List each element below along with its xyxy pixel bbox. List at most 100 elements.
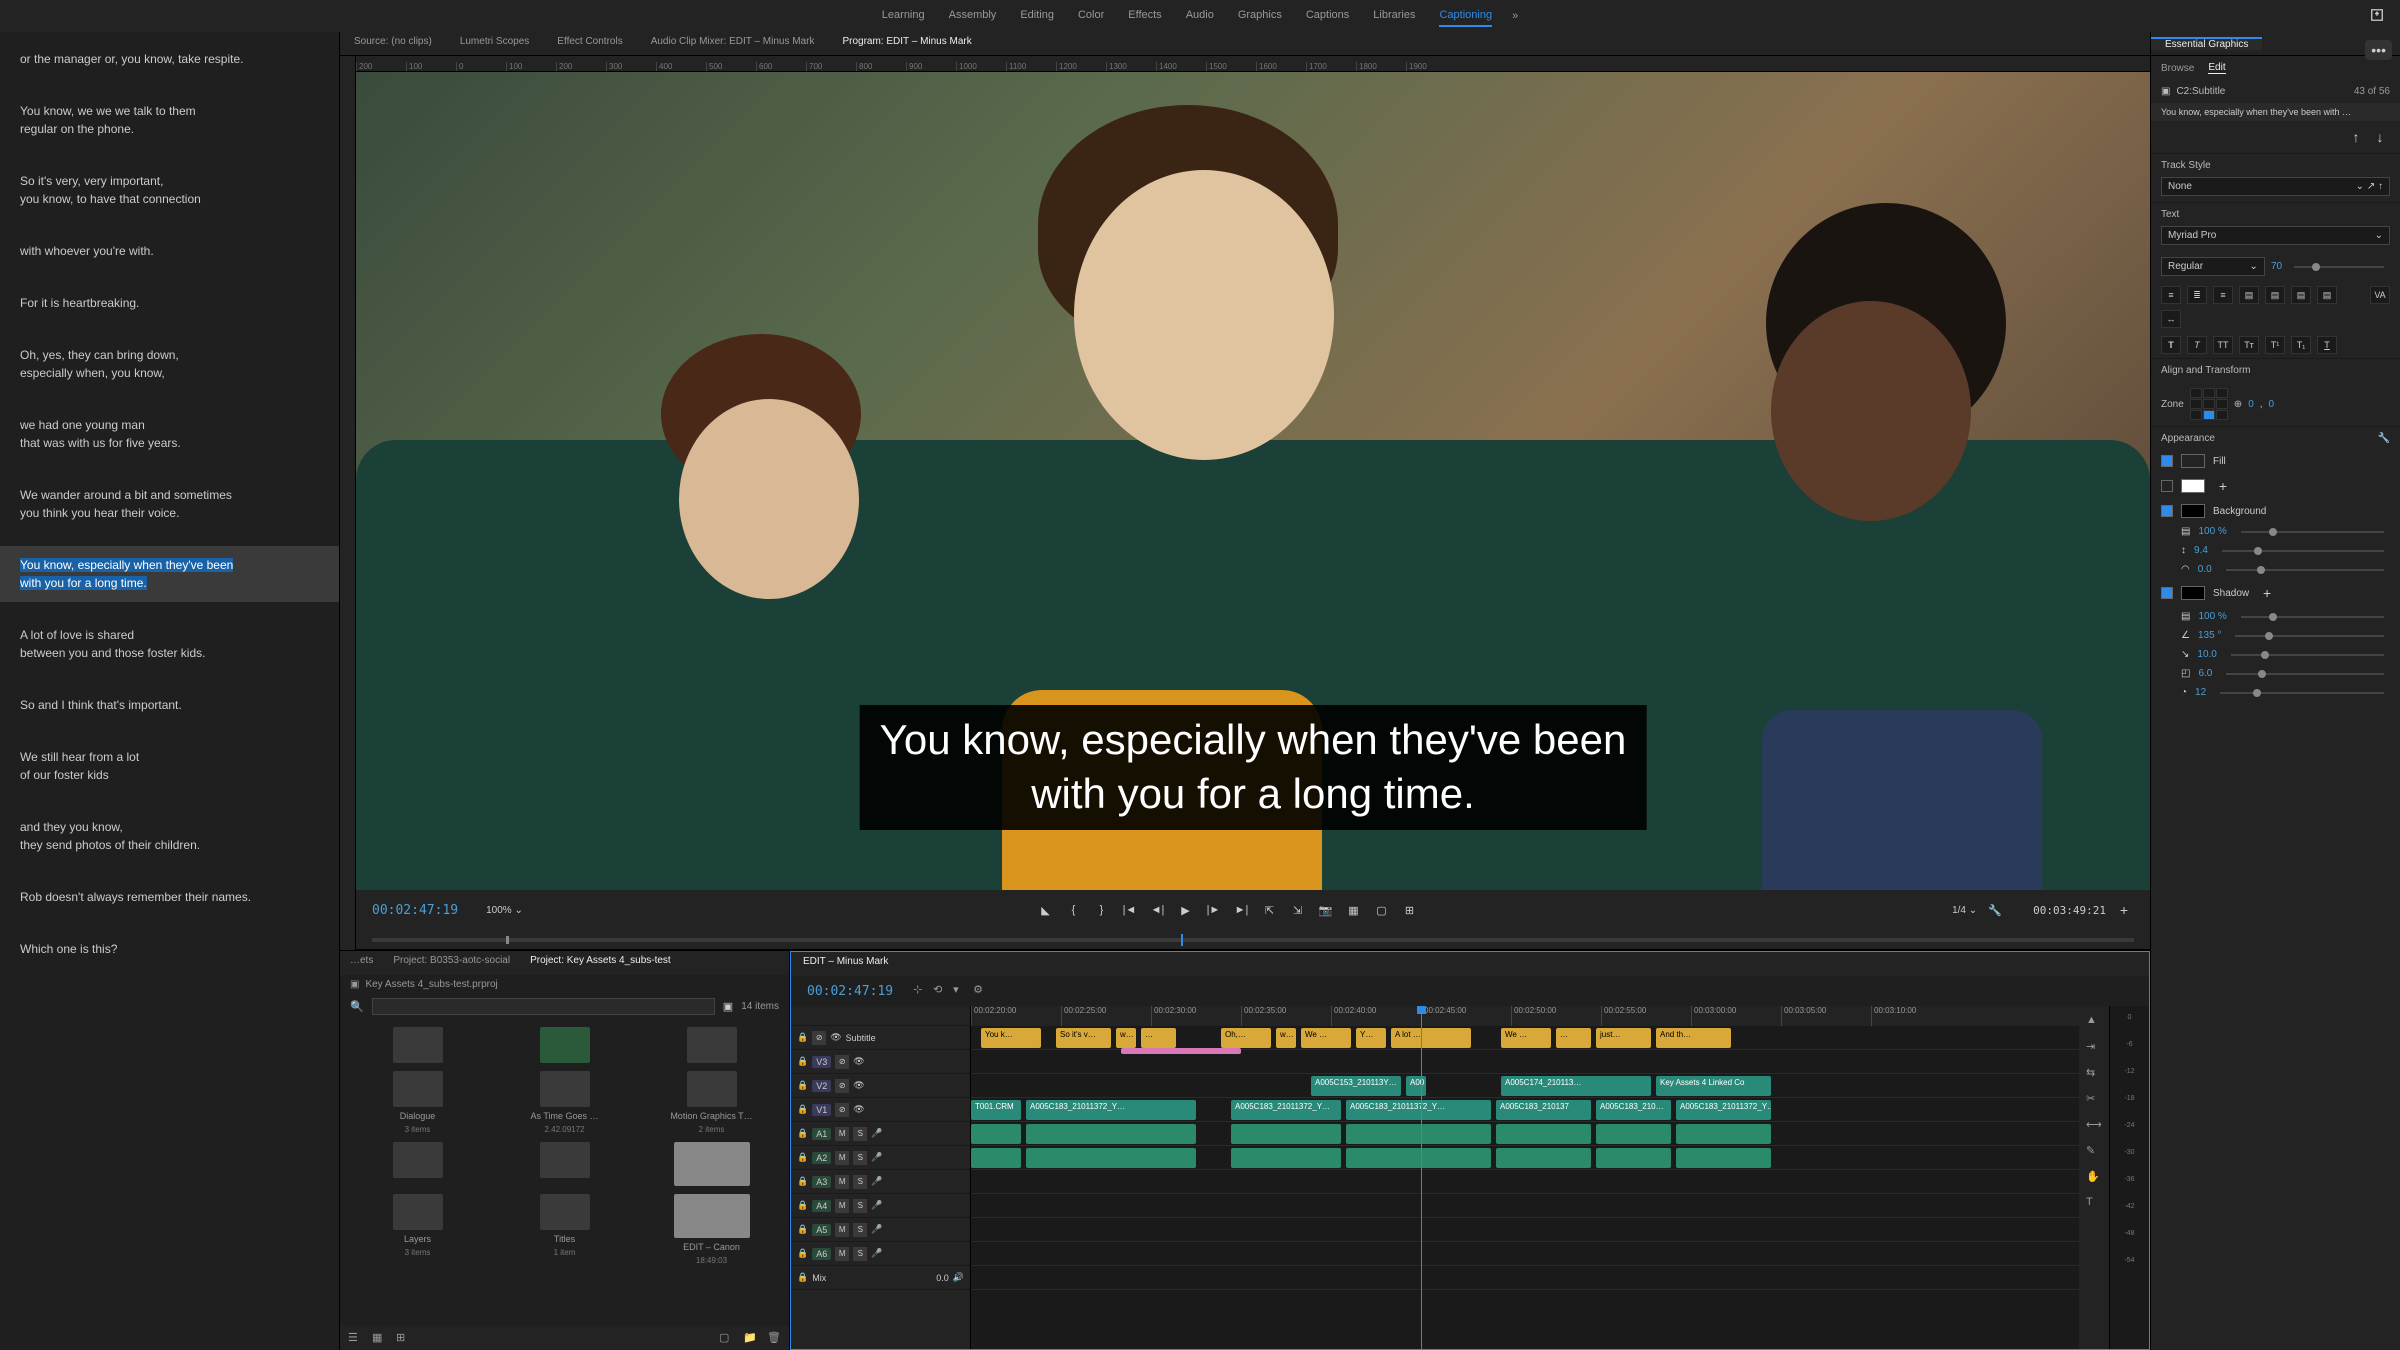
project-bin[interactable] bbox=[642, 1142, 781, 1186]
caption-item[interactable]: Oh, yes, they can bring down, especially… bbox=[0, 336, 339, 392]
subscript-icon[interactable]: T₁ bbox=[2291, 336, 2311, 354]
clip[interactable] bbox=[1346, 1124, 1491, 1144]
bg-size[interactable]: 9.4 bbox=[2194, 545, 2208, 556]
align-center-icon[interactable]: ≣ bbox=[2187, 286, 2207, 304]
ws-graphics[interactable]: Graphics bbox=[1238, 5, 1282, 27]
clip[interactable] bbox=[1231, 1124, 1341, 1144]
superscript-icon[interactable]: T¹ bbox=[2265, 336, 2285, 354]
clip[interactable]: just… bbox=[1596, 1028, 1651, 1048]
bg-radius-slider[interactable] bbox=[2226, 569, 2384, 571]
add-marker-icon[interactable]: { bbox=[1063, 900, 1083, 920]
bg-opacity[interactable]: 100 % bbox=[2198, 526, 2226, 537]
ws-learning[interactable]: Learning bbox=[882, 5, 925, 27]
shadow-angle-slider[interactable] bbox=[2235, 635, 2384, 637]
list-view-icon[interactable]: ☰ bbox=[348, 1331, 362, 1345]
underline-icon[interactable]: T bbox=[2317, 336, 2337, 354]
clip[interactable]: A005C183_21011372_Y… bbox=[1231, 1100, 1341, 1120]
eg-title[interactable]: Essential Graphics bbox=[2151, 37, 2262, 50]
bg-size-slider[interactable] bbox=[2222, 550, 2384, 552]
timeline-tracks[interactable]: 00:02:20:0000:02:25:0000:02:30:0000:02:3… bbox=[971, 1006, 2079, 1349]
track-style-select[interactable]: None⌄ ↗ ↑ bbox=[2161, 177, 2390, 196]
zone-grid[interactable] bbox=[2190, 388, 2228, 420]
clip[interactable]: A lot … bbox=[1391, 1028, 1471, 1048]
add-shadow-icon[interactable]: + bbox=[2257, 583, 2277, 603]
marker-icon[interactable]: ▾ bbox=[953, 983, 969, 999]
project-bin[interactable]: Layers3 items bbox=[348, 1194, 487, 1265]
project-breadcrumb[interactable]: ▣ Key Assets 4_subs-test.prproj bbox=[340, 975, 789, 994]
caption-item[interactable]: A lot of love is shared between you and … bbox=[0, 616, 339, 672]
caption-item[interactable]: with whoever you're with. bbox=[0, 232, 339, 270]
go-to-in-icon[interactable]: |◄ bbox=[1119, 900, 1139, 920]
subtitle-track-head[interactable]: 🔒⊘👁Subtitle bbox=[791, 1026, 970, 1050]
ws-color[interactable]: Color bbox=[1078, 5, 1104, 27]
project-bin[interactable] bbox=[495, 1142, 634, 1186]
caption-item[interactable]: Which one is this? bbox=[0, 930, 339, 968]
workspace-overflow-icon[interactable]: » bbox=[1512, 10, 1518, 22]
justify-all-icon[interactable]: ▤ bbox=[2317, 286, 2337, 304]
clip[interactable] bbox=[1496, 1148, 1591, 1168]
project-bin[interactable]: As Time Goes …2.42.09172 bbox=[495, 1071, 634, 1134]
ws-editing[interactable]: Editing bbox=[1020, 5, 1054, 27]
clip[interactable]: … bbox=[1141, 1028, 1176, 1048]
program-scrubber[interactable] bbox=[356, 930, 2150, 950]
tab-audio-mixer[interactable]: Audio Clip Mixer: EDIT – Minus Mark bbox=[637, 32, 829, 55]
caption-up-icon[interactable]: ↑ bbox=[2346, 127, 2366, 147]
bold-icon[interactable]: T bbox=[2161, 336, 2181, 354]
caption-item-selected[interactable]: You know, especially when they've been w… bbox=[0, 546, 339, 602]
shadow-size[interactable]: 6.0 bbox=[2198, 668, 2212, 679]
timeline-timecode[interactable]: 00:02:47:19 bbox=[807, 984, 893, 999]
resolution-select[interactable]: 1/4 ⌄ bbox=[1952, 905, 1977, 916]
project-tab[interactable]: Project: B0353-aotc-social bbox=[383, 951, 520, 975]
tab-source[interactable]: Source: (no clips) bbox=[340, 32, 446, 55]
caption-item[interactable]: We still hear from a lot of our foster k… bbox=[0, 738, 339, 794]
clip[interactable]: We … bbox=[1301, 1028, 1351, 1048]
go-to-out-icon[interactable]: ►| bbox=[1231, 900, 1251, 920]
timeline-ruler[interactable]: 00:02:20:0000:02:25:0000:02:30:0000:02:3… bbox=[971, 1006, 2079, 1026]
hand-icon[interactable]: ✋ bbox=[2086, 1170, 2102, 1186]
sequence-tab[interactable]: EDIT – Minus Mark bbox=[791, 952, 900, 976]
button-editor-icon[interactable]: + bbox=[2114, 900, 2134, 920]
clip[interactable]: A005C183_210… bbox=[1596, 1100, 1671, 1120]
all-caps-icon[interactable]: TT bbox=[2213, 336, 2233, 354]
font-select[interactable]: Myriad Pro⌄ bbox=[2161, 226, 2390, 245]
wrench-icon[interactable]: 🔧 bbox=[2378, 433, 2390, 444]
project-bins[interactable]: Dialogue3 itemsAs Time Goes …2.42.09172M… bbox=[340, 1019, 789, 1326]
track-a3[interactable]: 🔒A3MS🎤 bbox=[791, 1170, 970, 1194]
selection-tool-icon[interactable]: ▲ bbox=[2086, 1014, 2102, 1030]
clip[interactable] bbox=[1231, 1148, 1341, 1168]
pos-y[interactable]: 0 bbox=[2269, 399, 2275, 410]
clip[interactable]: A005C153_210113Y… bbox=[1311, 1076, 1401, 1096]
track-v1[interactable]: 🔒V1⊘👁 bbox=[791, 1098, 970, 1122]
kerning-icon[interactable]: ↔ bbox=[2161, 310, 2181, 328]
clip[interactable]: w… bbox=[1276, 1028, 1296, 1048]
caption-item[interactable]: Rob doesn't always remember their names. bbox=[0, 878, 339, 916]
clip[interactable] bbox=[971, 1124, 1021, 1144]
shadow-swatch[interactable] bbox=[2181, 586, 2205, 600]
justify-last-left-icon[interactable]: ▤ bbox=[2265, 286, 2285, 304]
justify-icon[interactable]: ▤ bbox=[2239, 286, 2259, 304]
clip[interactable] bbox=[1346, 1148, 1491, 1168]
slip-icon[interactable]: ⟷ bbox=[2086, 1118, 2102, 1134]
project-bin[interactable]: Titles1 item bbox=[495, 1194, 634, 1265]
pen-icon[interactable]: ✎ bbox=[2086, 1144, 2102, 1160]
clip[interactable] bbox=[1026, 1124, 1196, 1144]
comparison-icon[interactable]: ▦ bbox=[1343, 900, 1363, 920]
small-caps-icon[interactable]: Tᴛ bbox=[2239, 336, 2259, 354]
clip[interactable]: So it's v… bbox=[1056, 1028, 1111, 1048]
caption-item[interactable]: So it's very, very important, you know, … bbox=[0, 162, 339, 218]
track-a6[interactable]: 🔒A6MS🎤 bbox=[791, 1242, 970, 1266]
eg-layer-row[interactable]: ▣ C2:Subtitle 43 of 56 bbox=[2151, 80, 2400, 103]
export-frame-icon[interactable]: 📷 bbox=[1315, 900, 1335, 920]
project-bin[interactable]: EDIT – Canon18:49:03 bbox=[642, 1194, 781, 1265]
extract-icon[interactable]: ⇲ bbox=[1287, 900, 1307, 920]
clip[interactable]: A005C183_21011372_Y… bbox=[1676, 1100, 1771, 1120]
step-back-icon[interactable]: ◄| bbox=[1147, 900, 1167, 920]
step-fwd-icon[interactable]: |► bbox=[1203, 900, 1223, 920]
new-bin-footer-icon[interactable]: 📁 bbox=[743, 1331, 757, 1345]
bg-radius[interactable]: 0.0 bbox=[2198, 564, 2212, 575]
align-right-icon[interactable]: ≡ bbox=[2213, 286, 2233, 304]
font-weight-select[interactable]: Regular⌄ bbox=[2161, 257, 2265, 276]
fill-toggle[interactable] bbox=[2161, 455, 2173, 467]
project-tab-active[interactable]: Project: Key Assets 4_subs-test bbox=[520, 951, 681, 975]
clip[interactable]: A005C183_210137 bbox=[1496, 1100, 1591, 1120]
